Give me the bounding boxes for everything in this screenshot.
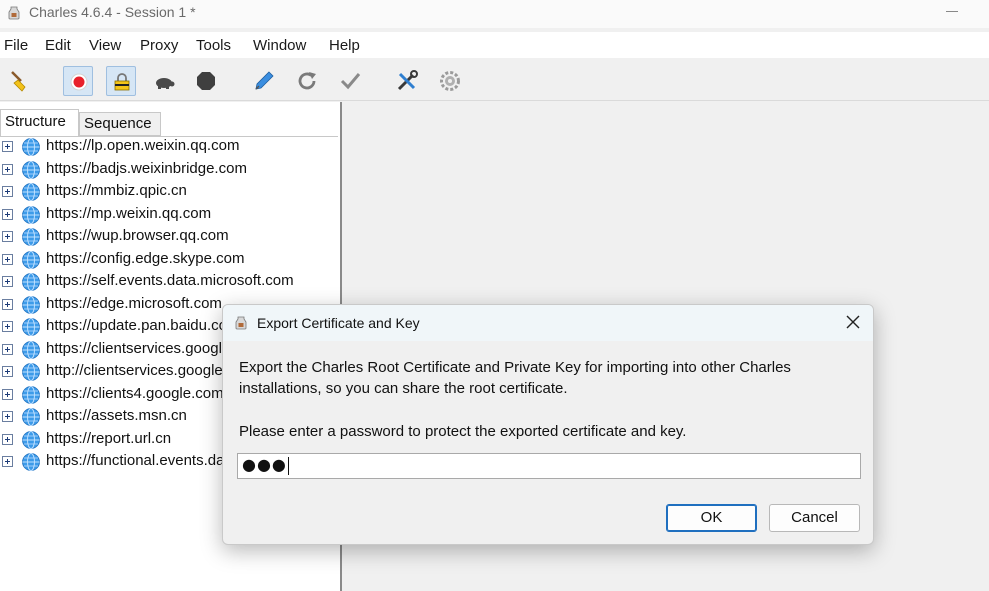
- view-tabs: Structure Sequence: [0, 105, 338, 137]
- host-label: https://mp.weixin.qq.com: [46, 204, 212, 222]
- record-icon: [70, 73, 88, 91]
- ssl-proxying-button[interactable]: [106, 66, 136, 96]
- ok-button[interactable]: OK: [666, 504, 757, 532]
- globe-icon: [22, 318, 40, 336]
- host-label: https://self.events.data.microsoft.com: [46, 272, 294, 289]
- expand-icon[interactable]: [2, 366, 13, 377]
- expand-icon[interactable]: [2, 433, 13, 445]
- expand-icon[interactable]: [2, 298, 13, 310]
- expand-icon[interactable]: [2, 163, 13, 175]
- expand-icon[interactable]: [2, 388, 13, 400]
- host-label: https://config.edge.skype.com: [46, 249, 245, 267]
- expand-icon[interactable]: [2, 411, 13, 422]
- expand-icon[interactable]: [2, 208, 13, 220]
- globe-icon: [22, 363, 40, 381]
- expand-icon[interactable]: [2, 186, 13, 197]
- validate-check-icon: [340, 73, 361, 90]
- tab-sequence[interactable]: Sequence: [79, 112, 161, 136]
- menu-bar: File Edit View Proxy Tools Window Help: [0, 32, 989, 58]
- expand-icon[interactable]: [2, 141, 13, 152]
- host-label: https://lp.open.weixin.qq.com: [46, 137, 240, 154]
- globe-icon: [22, 205, 40, 224]
- dialog-title-bar: Export Certificate and Key: [223, 305, 873, 341]
- host-label: https://wup.browser.qq.com: [46, 227, 229, 244]
- expand-icon[interactable]: [2, 321, 13, 332]
- password-field[interactable]: ●●●: [237, 453, 861, 479]
- host-label: https://mmbiz.qpic.cn: [46, 182, 187, 199]
- host-label: https://assets.msn.cn: [46, 407, 187, 424]
- dialog-message: Export the Charles Root Certificate and …: [239, 359, 791, 397]
- title-bar: Charles 4.6.4 - Session 1 *: [0, 0, 989, 28]
- globe-icon: [22, 408, 40, 426]
- settings-button[interactable]: [435, 66, 465, 96]
- dialog-title: Export Certificate and Key: [257, 315, 420, 331]
- expand-icon[interactable]: [2, 231, 13, 242]
- globe-icon: [22, 160, 40, 179]
- minimize-button[interactable]: [946, 11, 958, 12]
- tree-row[interactable]: https://lp.open.weixin.qq.com: [0, 136, 338, 158]
- compose-button[interactable]: [249, 66, 279, 96]
- host-label: https://edge.microsoft.com: [46, 294, 222, 312]
- host-label: https://report.url.cn: [46, 429, 172, 447]
- window-title: Charles 4.6.4 - Session 1 *: [29, 4, 196, 20]
- tree-row[interactable]: https://wup.browser.qq.com: [0, 226, 338, 248]
- tree-row[interactable]: https://badjs.weixinbridge.com: [0, 159, 338, 181]
- clear-session-button[interactable]: [5, 66, 35, 96]
- tree-row[interactable]: https://config.edge.skype.com: [0, 249, 338, 271]
- globe-icon: [22, 138, 40, 156]
- menu-help[interactable]: Help: [329, 37, 360, 54]
- globe-icon: [22, 183, 40, 201]
- tab-structure[interactable]: Structure: [0, 109, 79, 136]
- menu-tools[interactable]: Tools: [196, 37, 231, 54]
- expand-icon[interactable]: [2, 253, 13, 265]
- compose-pen-icon: [255, 71, 274, 90]
- globe-icon: [22, 250, 40, 269]
- expand-icon[interactable]: [2, 456, 13, 467]
- charles-jug-icon: [8, 6, 20, 20]
- charles-window: Charles 4.6.4 - Session 1 * File Edit Vi…: [0, 0, 989, 591]
- expand-icon[interactable]: [2, 276, 13, 287]
- menu-file[interactable]: File: [4, 37, 28, 54]
- menu-edit[interactable]: Edit: [45, 37, 71, 54]
- globe-icon: [22, 228, 40, 246]
- record-button[interactable]: [63, 66, 93, 96]
- menu-view[interactable]: View: [89, 37, 121, 54]
- dialog-password-prompt: Please enter a password to protect the e…: [239, 423, 687, 440]
- validate-button[interactable]: [335, 66, 365, 96]
- host-label: https://badjs.weixinbridge.com: [46, 159, 247, 177]
- host-label: https://update.pan.baidu.com: [46, 317, 240, 334]
- tools-icon: [397, 70, 418, 91]
- globe-icon: [22, 273, 40, 291]
- tree-row[interactable]: https://self.events.data.microsoft.com: [0, 271, 338, 293]
- breakpoints-button[interactable]: [191, 66, 221, 96]
- globe-icon: [22, 340, 40, 359]
- toolbar: [0, 59, 989, 101]
- globe-icon: [22, 430, 40, 449]
- menu-window[interactable]: Window: [253, 37, 306, 54]
- globe-icon: [22, 453, 40, 471]
- close-icon[interactable]: [845, 314, 861, 330]
- settings-gear-icon: [440, 71, 460, 91]
- tree-row[interactable]: https://mp.weixin.qq.com: [0, 204, 338, 226]
- broom-icon: [11, 71, 26, 92]
- repeat-icon: [298, 72, 316, 90]
- export-certificate-dialog: Export Certificate and Key Export the Ch…: [222, 304, 874, 545]
- password-value: ●●●: [242, 455, 287, 474]
- charles-jug-icon: [235, 316, 247, 330]
- tree-row[interactable]: https://mmbiz.qpic.cn: [0, 181, 338, 203]
- globe-icon: [22, 295, 40, 314]
- expand-icon[interactable]: [2, 343, 13, 355]
- throttling-button[interactable]: [149, 66, 179, 96]
- repeat-button[interactable]: [292, 66, 322, 96]
- stop-breakpoints-icon: [197, 72, 215, 90]
- cancel-button[interactable]: Cancel: [769, 504, 860, 532]
- menu-proxy[interactable]: Proxy: [140, 37, 178, 54]
- ssl-proxying-icon: [114, 73, 130, 91]
- globe-icon: [22, 385, 40, 404]
- throttle-turtle-icon: [156, 78, 175, 89]
- tools-button[interactable]: [392, 66, 422, 96]
- text-caret: [287, 456, 289, 475]
- host-label: https://clients4.google.com: [46, 384, 224, 402]
